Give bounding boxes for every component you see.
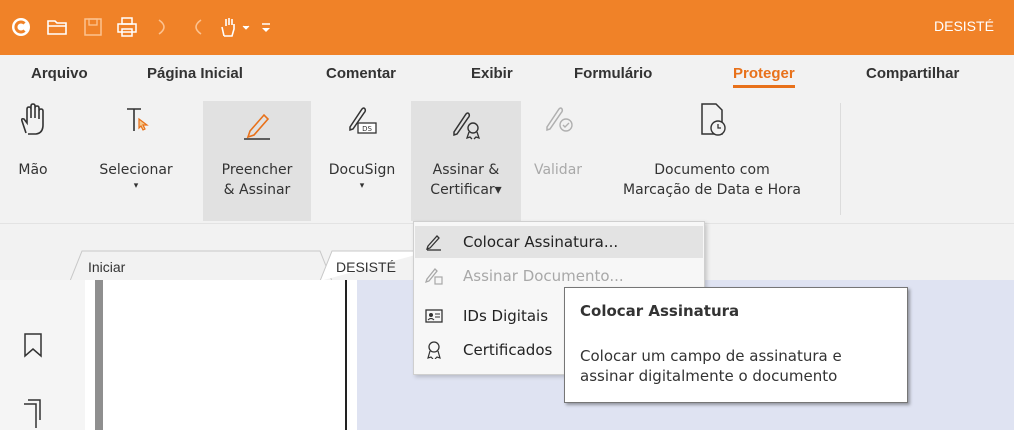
redo-icon[interactable] — [184, 13, 210, 41]
menu-place-signature-label: Colocar Assinatura... — [463, 233, 619, 251]
menu-digital-ids-label: IDs Digitais — [463, 307, 549, 325]
app-logo-icon[interactable] — [10, 13, 32, 41]
sign-document-icon — [424, 267, 443, 285]
tab-pagina-inicial[interactable]: Página Inicial — [147, 65, 243, 82]
fill-sign-label-1: Preencher — [221, 162, 293, 178]
tooltip-title: Colocar Assinatura — [580, 302, 740, 320]
ribbon: Mão Selecionar ▾ Preencher & Assinar DS … — [0, 95, 1014, 223]
docusign-label: DocuSign — [328, 162, 396, 178]
hand-label: Mão — [18, 162, 48, 178]
menu-place-signature[interactable]: Colocar Assinatura... — [415, 226, 703, 258]
tooltip-description: Colocar um campo de assinatura e assinar… — [580, 347, 842, 385]
open-folder-icon[interactable] — [44, 13, 70, 41]
hand-tool-icon[interactable] — [216, 13, 256, 41]
select-caret: ▾ — [133, 181, 139, 191]
tab-compartilhar[interactable]: Compartilhar — [866, 65, 959, 82]
docusign-button[interactable]: DS DocuSign ▾ — [314, 100, 410, 192]
left-nav-panel — [0, 280, 85, 430]
sign-certify-label-1: Assinar & — [432, 162, 500, 178]
timestamp-label-1: Documento com — [654, 162, 770, 178]
fill-sign-button[interactable]: Preencher & Assinar — [203, 101, 311, 221]
fill-sign-label-2: & Assinar — [223, 182, 291, 198]
timestamp-icon — [596, 100, 828, 140]
sign-certify-icon — [411, 105, 521, 145]
undo-icon[interactable] — [150, 13, 176, 41]
docusign-icon: DS — [314, 100, 410, 140]
menu-sign-document-label: Assinar Documento... — [463, 267, 624, 285]
select-label: Selecionar — [99, 162, 173, 178]
svg-text:DS: DS — [362, 125, 372, 133]
doc-tab-iniciar-label: Iniciar — [88, 259, 126, 275]
customize-icon[interactable] — [258, 13, 274, 41]
doc-tab-current[interactable]: DESISTÉ — [336, 251, 416, 281]
tab-arquivo[interactable]: Arquivo — [31, 65, 88, 82]
page-thumbnail — [107, 280, 347, 430]
select-button[interactable]: Selecionar ▾ — [86, 100, 186, 192]
pages-icon[interactable] — [22, 398, 44, 432]
validate-label: Validar — [533, 162, 583, 178]
validate-button[interactable]: Validar — [522, 100, 594, 180]
docusign-caret: ▾ — [359, 181, 365, 191]
timestamp-label-2: Marcação de Data e Hora — [623, 182, 801, 198]
place-signature-tooltip: Colocar Assinatura Colocar um campo de a… — [564, 287, 908, 403]
page-scroll-edge — [95, 280, 103, 430]
text-select-icon — [86, 100, 186, 140]
menu-tab-bar: Arquivo Página Inicial Comentar Exibir F… — [0, 55, 1014, 95]
hand-tool-button[interactable]: Mão — [15, 100, 51, 180]
digital-id-icon — [425, 307, 443, 325]
tab-comentar[interactable]: Comentar — [326, 65, 396, 82]
title-bar: DESISTÉ — [0, 0, 1014, 55]
doc-tab-iniciar[interactable]: Iniciar — [88, 251, 328, 281]
ribbon-separator — [840, 103, 841, 215]
tab-exibir[interactable]: Exibir — [471, 65, 513, 82]
document-title: DESISTÉ — [934, 18, 994, 34]
pen-signature-icon — [425, 233, 443, 251]
doc-tab-current-label: DESISTÉ — [336, 259, 396, 275]
fill-sign-icon — [203, 105, 311, 145]
print-icon[interactable] — [114, 13, 140, 41]
hand-icon — [15, 100, 51, 140]
sign-certify-label-2: Certificar▾ — [430, 182, 502, 198]
tab-proteger[interactable]: Proteger — [733, 65, 795, 88]
validate-icon — [522, 100, 594, 140]
certificate-icon — [425, 341, 443, 360]
tab-formulario[interactable]: Formulário — [574, 65, 652, 82]
save-icon[interactable] — [80, 13, 106, 41]
menu-certificates-label: Certificados — [463, 341, 553, 359]
document-view-margin — [347, 280, 357, 430]
sign-certify-button[interactable]: Assinar & Certificar▾ — [411, 101, 521, 221]
bookmark-icon[interactable] — [22, 332, 44, 362]
timestamp-document-button[interactable]: Documento com Marcação de Data e Hora — [596, 100, 828, 200]
